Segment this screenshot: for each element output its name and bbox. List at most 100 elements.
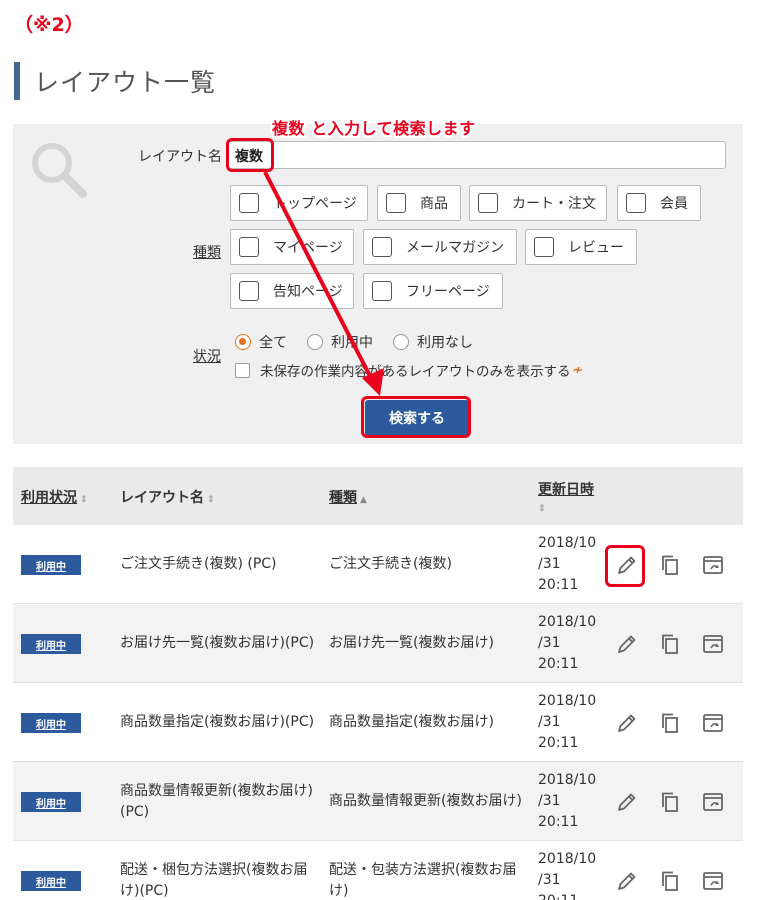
table-row: 利用中 商品数量指定(複数お届け)(PC) 商品数量指定(複数お届け) 2018/10… bbox=[13, 683, 743, 762]
checkbox-square bbox=[386, 193, 406, 213]
checkbox-square bbox=[534, 237, 554, 257]
edit-icon[interactable] bbox=[616, 791, 638, 813]
sort-asc-icon: ▲ bbox=[360, 495, 367, 505]
type-text: お届け先一覧(複数お届け) bbox=[329, 635, 494, 651]
name-cell: 配送・梱包方法選択(複数お届 け)(PC) bbox=[120, 860, 307, 900]
type-cell: 商品数量指定(複数お届け) bbox=[329, 712, 494, 733]
checkbox-square bbox=[239, 193, 259, 213]
input-highlight-frame bbox=[226, 138, 274, 172]
name-text: け)(PC) bbox=[120, 883, 169, 899]
preview-icon[interactable] bbox=[702, 870, 724, 892]
table-row: 利用中 配送・梱包方法選択(複数お届 け)(PC) 配送・包装方法選択(複数お届 け) 2… bbox=[13, 841, 743, 900]
updated-text: 20:11 bbox=[538, 891, 596, 900]
status-radio-all[interactable]: 全て bbox=[235, 332, 287, 352]
table-row: 利用中 商品数量情報更新(複数お届け) (PC) 商品数量情報更新(複数お届け) 201… bbox=[13, 762, 743, 841]
type-checkbox-member[interactable]: 会員 bbox=[617, 185, 701, 221]
name-cell: ご注文手続き(複数) (PC) bbox=[120, 554, 277, 575]
radio-circle bbox=[307, 334, 323, 350]
updated-text: 20:11 bbox=[538, 656, 579, 672]
updated-text: 20:11 bbox=[538, 577, 579, 593]
updated-text: 2018/10 bbox=[538, 693, 597, 709]
name-cell: 商品数量指定(複数お届け)(PC) bbox=[120, 712, 314, 733]
preview-icon[interactable] bbox=[702, 712, 724, 734]
edit-icon[interactable] bbox=[616, 633, 638, 655]
status-badge[interactable]: 利用中 bbox=[21, 871, 81, 891]
preview-icon[interactable] bbox=[702, 554, 724, 576]
updated-cell: 2018/10/31 20:11 bbox=[538, 691, 596, 754]
layout-name-input[interactable]: 複数 bbox=[228, 141, 726, 169]
type-label: 種類 bbox=[193, 245, 221, 261]
updated-text: 2018/10 bbox=[538, 851, 597, 867]
edit-icon[interactable] bbox=[616, 554, 638, 576]
copy-icon[interactable] bbox=[659, 712, 681, 734]
preview-icon[interactable] bbox=[702, 791, 724, 813]
type-checkbox-notice[interactable]: 告知ページ bbox=[230, 273, 354, 309]
status-radio-group: 全て 利用中 利用なし bbox=[235, 332, 493, 352]
type-text: け) bbox=[329, 883, 349, 899]
name-text: お届け先一覧(複数お届け)(PC) bbox=[120, 635, 315, 651]
status-badge[interactable]: 利用中 bbox=[21, 792, 81, 812]
checkbox-square bbox=[478, 193, 498, 213]
unsaved-only-checkbox[interactable]: 未保存の作業内容があるレイアウトのみを表示する ≁ bbox=[235, 360, 583, 380]
type-checkbox-top[interactable]: トップページ bbox=[230, 185, 368, 221]
status-badge[interactable]: 利用中 bbox=[21, 713, 81, 733]
column-header-updated[interactable]: 更新日時 ⇕ bbox=[538, 479, 594, 515]
updated-text: 2018/10 bbox=[538, 772, 597, 788]
sort-icon: ⇕ bbox=[207, 495, 215, 505]
status-badge[interactable]: 利用中 bbox=[21, 555, 81, 575]
copy-icon[interactable] bbox=[659, 554, 681, 576]
updated-text: /31 bbox=[538, 635, 561, 651]
radio-circle bbox=[393, 334, 409, 350]
type-cell: ご注文手続き(複数) bbox=[329, 554, 452, 575]
column-header-name[interactable]: レイアウト名 ⇕ bbox=[120, 487, 215, 507]
updated-cell: 2018/10/31 20:11 bbox=[538, 612, 596, 675]
draft-icon: ≁ bbox=[572, 362, 584, 378]
checkbox-square bbox=[626, 193, 646, 213]
edit-icon[interactable] bbox=[616, 870, 638, 892]
status-radio-in-use[interactable]: 利用中 bbox=[307, 332, 373, 352]
table-header: 利用状況 ⇕ レイアウト名 ⇕ 種類 ▲ 更新日時 ⇕ bbox=[13, 467, 743, 525]
page-title-text: レイアウト一覧 bbox=[34, 68, 217, 97]
updated-text: /31 bbox=[538, 793, 561, 809]
updated-cell: 2018/10/31 20:11 bbox=[538, 770, 596, 833]
annotation-text: 複数 と入力して検索します bbox=[272, 119, 476, 138]
type-text: ご注文手続き(複数) bbox=[329, 556, 452, 572]
table-body: 利用中 ご注文手続き(複数) (PC) ご注文手続き(複数) 2018/10/31 20… bbox=[13, 525, 743, 900]
type-checkbox-review[interactable]: レビュー bbox=[525, 229, 637, 265]
type-checkbox-cart[interactable]: カート・注文 bbox=[469, 185, 607, 221]
copy-icon[interactable] bbox=[659, 633, 681, 655]
name-text: 商品数量情報更新(複数お届け) bbox=[120, 783, 313, 799]
updated-text: 20:11 bbox=[538, 735, 579, 751]
type-checkbox-mypage[interactable]: マイページ bbox=[230, 229, 354, 265]
checkbox-square bbox=[239, 237, 259, 257]
status-label: 状況 bbox=[193, 349, 221, 365]
table-row: 利用中 お届け先一覧(複数お届け)(PC) お届け先一覧(複数お届け) 2018/10… bbox=[13, 604, 743, 683]
name-cell: 商品数量情報更新(複数お届け) (PC) bbox=[120, 781, 313, 823]
checkbox-square bbox=[372, 281, 392, 301]
updated-text: 2018/10 bbox=[538, 535, 597, 551]
radio-circle bbox=[235, 334, 251, 350]
preview-icon[interactable] bbox=[702, 633, 724, 655]
checkbox-square bbox=[372, 237, 392, 257]
status-radio-unused[interactable]: 利用なし bbox=[393, 332, 473, 352]
type-checkbox-product[interactable]: 商品 bbox=[377, 185, 461, 221]
type-checkbox-free[interactable]: フリーページ bbox=[363, 273, 503, 309]
type-checkbox-mailmagazine[interactable]: メールマガジン bbox=[363, 229, 517, 265]
name-text: 配送・梱包方法選択(複数お届 bbox=[120, 862, 308, 878]
page-title: レイアウト一覧 bbox=[14, 62, 216, 100]
type-text: 商品数量指定(複数お届け) bbox=[329, 714, 494, 730]
column-header-status[interactable]: 利用状況 ⇕ bbox=[21, 487, 88, 507]
edit-icon[interactable] bbox=[616, 712, 638, 734]
status-badge[interactable]: 利用中 bbox=[21, 634, 81, 654]
updated-cell: 2018/10/31 20:11 bbox=[538, 849, 596, 900]
copy-icon[interactable] bbox=[659, 870, 681, 892]
column-header-type[interactable]: 種類 ▲ bbox=[329, 487, 367, 507]
sort-icon: ⇕ bbox=[538, 504, 546, 514]
updated-cell: 2018/10/31 20:11 bbox=[538, 533, 596, 596]
type-text: 配送・包装方法選択(複数お届 bbox=[329, 862, 517, 878]
type-cell: 商品数量情報更新(複数お届け) bbox=[329, 791, 522, 812]
updated-text: 2018/10 bbox=[538, 614, 597, 630]
updated-text: /31 bbox=[538, 714, 561, 730]
copy-icon[interactable] bbox=[659, 791, 681, 813]
layout-table: 利用状況 ⇕ レイアウト名 ⇕ 種類 ▲ 更新日時 ⇕ 利用中 ご注文手続き(複数) (P… bbox=[13, 467, 743, 900]
